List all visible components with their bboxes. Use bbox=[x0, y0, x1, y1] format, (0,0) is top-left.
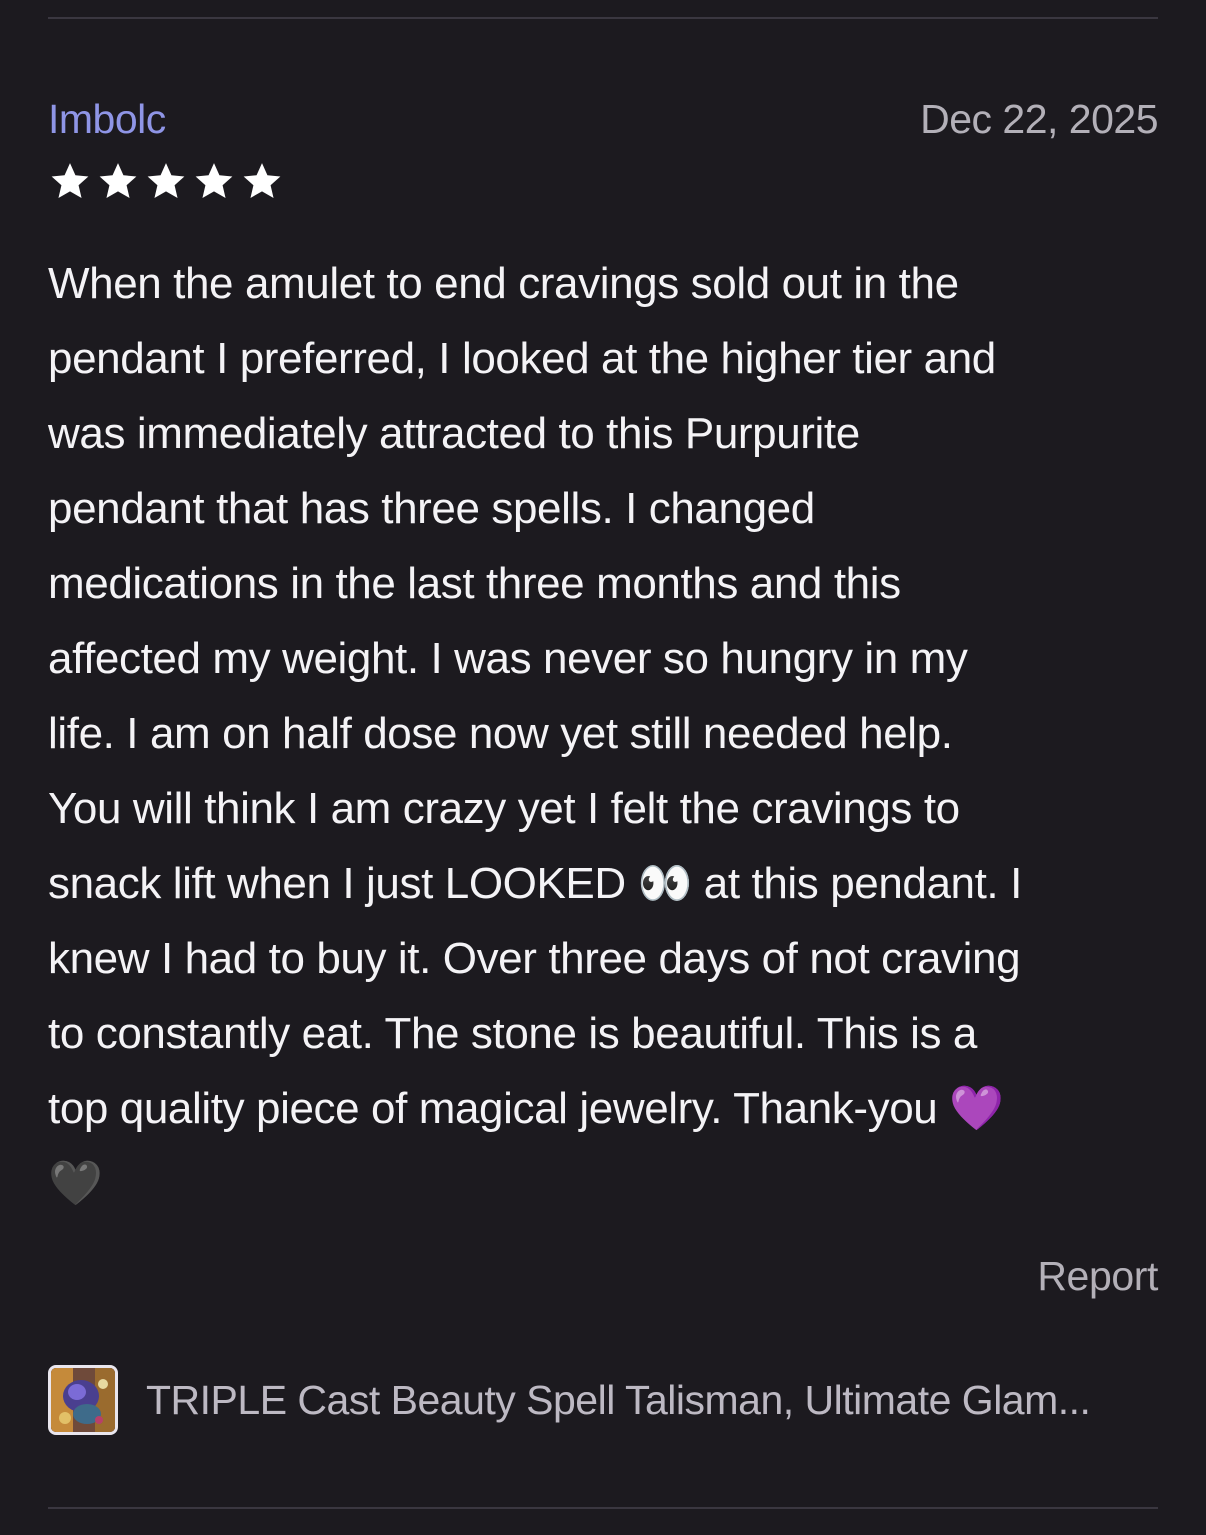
star-icon bbox=[195, 163, 233, 198]
star-icon bbox=[51, 163, 89, 198]
star-rating bbox=[48, 160, 284, 202]
review-text-line: top quality piece of magical jewelry. Th… bbox=[48, 1084, 1004, 1133]
review-text-line: You will think I am crazy yet I felt the… bbox=[48, 784, 960, 833]
review-card: Imbolc Dec 22, 2025 When the amulet to e… bbox=[0, 0, 1206, 1535]
review-text-line: snack lift when I just LOOKED 👀 at this … bbox=[48, 859, 1022, 908]
star-icon bbox=[147, 163, 185, 198]
review-text-line: affected my weight. I was never so hungr… bbox=[48, 634, 968, 683]
star-icon bbox=[243, 163, 281, 198]
review-text-line: pendant that has three spells. I changed bbox=[48, 484, 815, 533]
review-text-line: 🖤 bbox=[48, 1159, 103, 1208]
star-icon bbox=[99, 163, 137, 198]
review-date: Dec 22, 2025 bbox=[920, 96, 1158, 142]
review-text-line: to constantly eat. The stone is beautifu… bbox=[48, 1009, 978, 1058]
report-button[interactable]: Report bbox=[1037, 1253, 1158, 1300]
review-text: When the amulet to end cravings sold out… bbox=[48, 246, 1168, 1221]
product-title[interactable]: TRIPLE Cast Beauty Spell Talisman, Ultim… bbox=[146, 1377, 1091, 1424]
review-header: Imbolc Dec 22, 2025 bbox=[48, 92, 1158, 148]
review-text-line: was immediately attracted to this Purpur… bbox=[48, 409, 860, 458]
product-thumbnail[interactable] bbox=[48, 1365, 118, 1435]
reviewer-name-link[interactable]: Imbolc bbox=[48, 96, 166, 143]
review-text-line: knew I had to buy it. Over three days of… bbox=[48, 934, 1021, 983]
top-divider bbox=[48, 17, 1158, 19]
review-text-line: When the amulet to end cravings sold out… bbox=[48, 259, 959, 308]
review-text-line: pendant I preferred, I looked at the hig… bbox=[48, 334, 996, 383]
review-text-line: life. I am on half dose now yet still ne… bbox=[48, 709, 953, 758]
bottom-divider bbox=[48, 1507, 1158, 1509]
reviewed-product-link[interactable]: TRIPLE Cast Beauty Spell Talisman, Ultim… bbox=[48, 1362, 1158, 1438]
review-text-line: medications in the last three months and… bbox=[48, 559, 901, 608]
